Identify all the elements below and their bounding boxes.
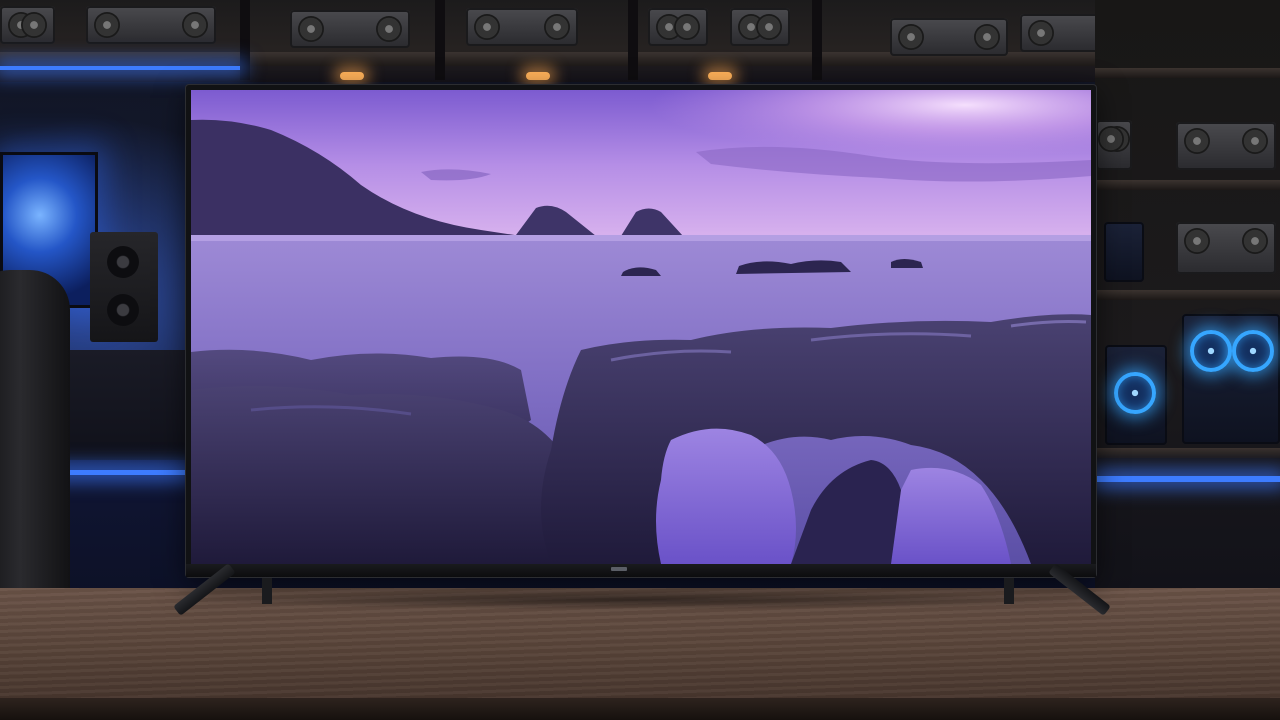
rgb-fan-icon (1190, 330, 1232, 372)
gpu-card (1096, 120, 1132, 170)
rgb-fan-icon (1114, 372, 1156, 414)
led-strip (1096, 476, 1280, 482)
gpu-card (86, 6, 216, 44)
shelf-divider (628, 0, 638, 80)
right-shelf-plank (1095, 448, 1280, 458)
gpu-card (890, 18, 1008, 56)
led-strip (0, 66, 240, 70)
tv-bottom-bezel (186, 564, 1096, 577)
right-shelf-plank (1095, 68, 1280, 78)
tv-leg-post (1004, 578, 1014, 604)
gpu-card (466, 8, 578, 46)
seascape-image (191, 90, 1091, 564)
gpu-card (648, 8, 708, 46)
product-photo-scene (0, 0, 1280, 720)
shelf-light (340, 72, 364, 80)
right-shelf-plank (1095, 180, 1280, 190)
gpu-card (1176, 122, 1276, 170)
shelf-divider (435, 0, 445, 80)
gpu-card (1176, 222, 1276, 274)
gpu-card (0, 6, 55, 44)
speaker (90, 232, 158, 342)
rgb-fan-icon (1232, 330, 1274, 372)
shelf-light (708, 72, 732, 80)
shelf-light (526, 72, 550, 80)
tv-screen (191, 90, 1091, 564)
gpu-card (290, 10, 410, 48)
gpu-card (730, 8, 790, 46)
gaming-chair (0, 270, 70, 600)
tv-leg-post (262, 578, 272, 604)
table-edge (0, 698, 1280, 720)
tv-brand-logo (611, 567, 627, 571)
top-shelf-plank (0, 52, 1280, 66)
tv-shadow (190, 590, 1090, 610)
shelf-divider (812, 0, 822, 80)
right-shelf-plank (1095, 290, 1280, 300)
shelf-divider (240, 0, 250, 80)
pc-case (1104, 222, 1144, 282)
